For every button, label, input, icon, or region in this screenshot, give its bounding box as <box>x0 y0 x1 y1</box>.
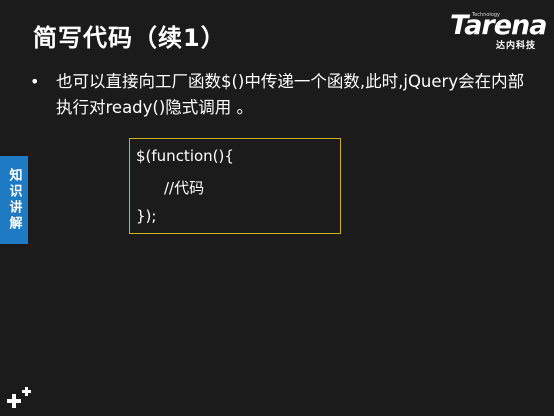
plus-cluster-icon <box>7 387 31 408</box>
code-block: $(function(){ //代码 }); <box>129 138 341 234</box>
bullet-item: • 也可以直接向工厂函数$()中传递一个函数,此时,jQuery会在内部执行对r… <box>30 69 530 121</box>
bullet-dot-icon: • <box>30 72 40 91</box>
tarena-logo: Tarena Technology 达内科技 <box>450 8 548 51</box>
logo-subtitle: 达内科技 <box>496 41 537 51</box>
side-tab-label: 知识讲解 <box>6 168 22 232</box>
side-tab-knowledge: 知识讲解 <box>0 156 28 244</box>
code-line-3: }); <box>136 207 157 225</box>
logo-technology-text: Technology <box>472 12 501 18</box>
code-line-1: $(function(){ <box>136 147 234 165</box>
code-line-2: //代码 <box>164 179 205 197</box>
slide-title: 简写代码（续1） <box>33 24 226 52</box>
bullet-text: 也可以直接向工厂函数$()中传递一个函数,此时,jQuery会在内部执行对rea… <box>56 72 525 117</box>
